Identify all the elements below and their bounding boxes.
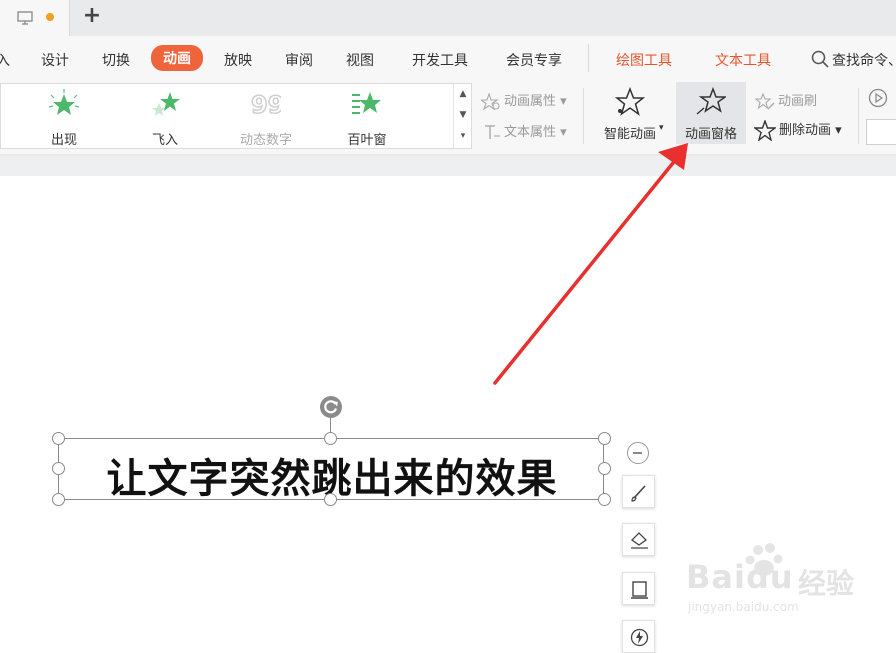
collapse-toolbar-button[interactable] — [627, 442, 649, 464]
resize-handle-bottom-right[interactable] — [598, 493, 611, 506]
gallery-item-label: 出现 — [50, 133, 77, 148]
gallery-item-fly-in[interactable]: 飞入 — [125, 84, 205, 148]
title-bar: + — [0, 0, 896, 36]
menu-separator — [588, 44, 589, 72]
resize-handle-bottom-left[interactable] — [52, 493, 65, 506]
smart-animation-label: 智能动画 — [603, 127, 656, 142]
watermark-logo-suffix: 经验 — [798, 567, 855, 600]
resize-handle-top[interactable] — [324, 432, 337, 445]
watermark-logo: Baidu — [686, 558, 794, 596]
lightning-circle-icon — [630, 628, 649, 647]
menu-review[interactable]: 审阅 — [285, 50, 313, 70]
command-search[interactable]: 查找命令、 — [832, 50, 896, 70]
smart-animation-star-icon — [615, 87, 645, 116]
watermark-url: jingyan.baidu.com — [688, 600, 799, 614]
animation-properties-label: 动画属性 — [504, 94, 557, 109]
selected-textbox[interactable]: 让文字突然跳出来的效果 — [58, 438, 604, 502]
menu-bar: 入 设计 切换 动画 放映 审阅 视图 开发工具 会员专享 绘图工具 文本工具 … — [0, 36, 896, 80]
outline-tool[interactable] — [622, 572, 655, 605]
appear-star-icon — [49, 89, 79, 115]
gallery-expand-icon[interactable]: ▾ — [454, 126, 472, 147]
rotate-icon — [324, 400, 338, 414]
timing-input[interactable] — [866, 119, 896, 145]
menu-view[interactable]: 视图 — [346, 50, 374, 70]
menu-drawing-tools[interactable]: 绘图工具 — [616, 50, 672, 70]
brush-icon — [631, 485, 646, 502]
document-tab[interactable] — [0, 0, 70, 36]
unsaved-indicator-icon — [46, 13, 54, 21]
gallery-scroller[interactable]: ▲ ▼ ▾ — [453, 84, 472, 148]
svg-text:99: 99 — [251, 91, 281, 119]
gallery-scroll-down-icon[interactable]: ▼ — [454, 105, 472, 126]
gallery-item-dynamic-number[interactable]: 99 动态数字 — [226, 84, 306, 148]
brush-star-icon — [755, 92, 775, 109]
resize-handle-bottom[interactable] — [324, 493, 337, 506]
animation-gallery: 出现 飞入 99 动态数字 百叶窗 ▲ ▼ ▾ — [0, 83, 472, 149]
text-properties-label: 文本属性 — [504, 125, 557, 140]
gallery-scroll-up-icon[interactable]: ▲ — [454, 84, 472, 105]
star-outline-icon — [754, 120, 776, 141]
animation-painter-label: 动画刷 — [778, 94, 818, 109]
menu-text-tools[interactable]: 文本工具 — [715, 50, 771, 70]
outline-frame-icon — [631, 581, 648, 599]
menu-transition[interactable]: 切换 — [102, 50, 130, 70]
baidu-watermark: Baidu 经验 jingyan.baidu.com — [686, 540, 866, 625]
text-format-icon — [485, 124, 500, 139]
resize-handle-top-left[interactable] — [52, 432, 65, 445]
fill-tool[interactable] — [622, 523, 655, 556]
menu-design[interactable]: 设计 — [41, 50, 69, 70]
ribbon-separator — [858, 88, 859, 144]
animation-ribbon: 出现 飞入 99 动态数字 百叶窗 ▲ ▼ ▾ 动画属性 ▾ 文本属性 ▾ 智能… — [0, 80, 896, 154]
animation-effect-tool[interactable] — [622, 620, 655, 653]
rotate-handle[interactable] — [320, 396, 342, 418]
gallery-item-label: 百叶窗 — [347, 133, 387, 148]
workspace-top-band — [0, 156, 896, 176]
dynamic-number-icon: 99 — [251, 90, 281, 119]
ribbon-separator — [583, 88, 584, 144]
format-brush-tool[interactable] — [622, 475, 655, 508]
smart-animation-button[interactable]: 智能动画 ▾ — [593, 82, 667, 144]
menu-developer-tools[interactable]: 开发工具 — [412, 50, 468, 70]
play-circle-icon[interactable] — [868, 88, 888, 108]
resize-handle-right[interactable] — [598, 462, 611, 475]
delete-animation-button[interactable]: 删除动画 ▾ — [754, 119, 842, 141]
menu-slideshow[interactable]: 放映 — [224, 50, 252, 70]
delete-animation-label: 删除动画 — [779, 123, 832, 138]
animation-pane-star-icon — [696, 87, 726, 115]
resize-handle-left[interactable] — [52, 462, 65, 475]
animation-painter-button[interactable]: 动画刷 — [755, 90, 817, 111]
search-icon[interactable] — [811, 50, 829, 68]
fly-in-star-icon — [152, 92, 180, 116]
gallery-item-label: 动态数字 — [239, 133, 292, 148]
presentation-icon — [17, 11, 33, 25]
blinds-star-icon — [352, 92, 381, 114]
fill-bucket-icon — [630, 532, 648, 549]
animation-pane-label: 动画窗格 — [684, 127, 737, 142]
star-settings-icon — [481, 92, 500, 110]
gallery-item-label: 飞入 — [151, 133, 178, 148]
chevron-down-icon: ▾ — [659, 123, 664, 133]
animation-properties-button[interactable]: 动画属性 ▾ — [481, 90, 567, 111]
text-properties-button[interactable]: 文本属性 ▾ — [483, 121, 567, 142]
animation-pane-button[interactable]: 动画窗格 — [676, 82, 746, 144]
resize-handle-top-right[interactable] — [598, 432, 611, 445]
gallery-item-appear[interactable]: 出现 — [24, 84, 104, 148]
menu-insert[interactable]: 入 — [0, 50, 10, 70]
menu-member[interactable]: 会员专享 — [506, 50, 562, 70]
new-tab-button[interactable]: + — [80, 4, 104, 30]
menu-animation[interactable]: 动画 — [151, 45, 203, 71]
gallery-item-blinds[interactable]: 百叶窗 — [327, 84, 407, 148]
